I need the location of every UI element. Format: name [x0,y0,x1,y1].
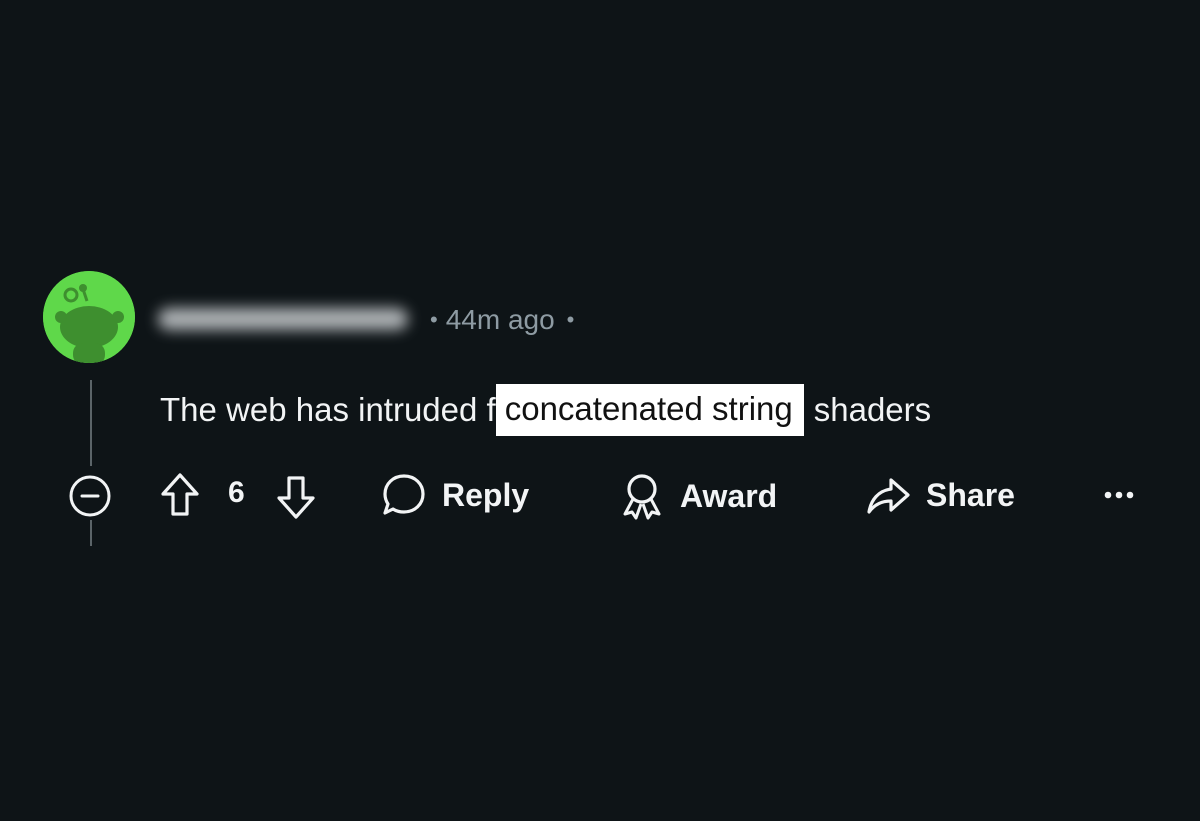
share-label: Share [926,476,1015,513]
highlighted-text: concatenated string [495,384,804,436]
reddit-snoo-avatar-icon [43,271,135,363]
comment-body: The web has intruded f concatenated stri… [160,384,932,436]
share-button[interactable]: Share [864,470,1015,520]
award-label: Award [680,477,778,514]
upvote-button[interactable] [158,470,202,522]
comment-text-end: shaders [813,391,932,428]
arrow-up-icon [161,473,199,516]
separator-dot: • [566,307,575,332]
reply-button[interactable]: Reply [380,470,529,520]
separator-dot: • [430,307,438,332]
reply-label: Reply [442,476,530,513]
award-button[interactable]: Award [618,470,777,522]
timestamp[interactable]: 44m ago [446,304,555,336]
username[interactable] [158,296,416,342]
ellipsis-icon [1104,491,1134,499]
minus-circle-icon [69,475,111,517]
thread-line[interactable] [90,520,92,546]
downvote-button[interactable] [274,470,318,522]
arrow-down-icon [277,476,315,519]
avatar[interactable] [43,271,135,363]
comment-text-start: The web has intruded f [160,391,496,428]
collapse-button[interactable] [66,472,114,520]
award-ribbon-icon [623,474,661,520]
more-options-button[interactable] [1102,480,1136,510]
vote-score: 6 [228,476,245,509]
comment-meta: • 44m ago • [430,300,574,340]
redacted-username-blur [158,308,408,330]
share-arrow-icon [867,478,910,514]
thread-line[interactable] [90,380,92,466]
speech-bubble-icon [383,474,425,515]
